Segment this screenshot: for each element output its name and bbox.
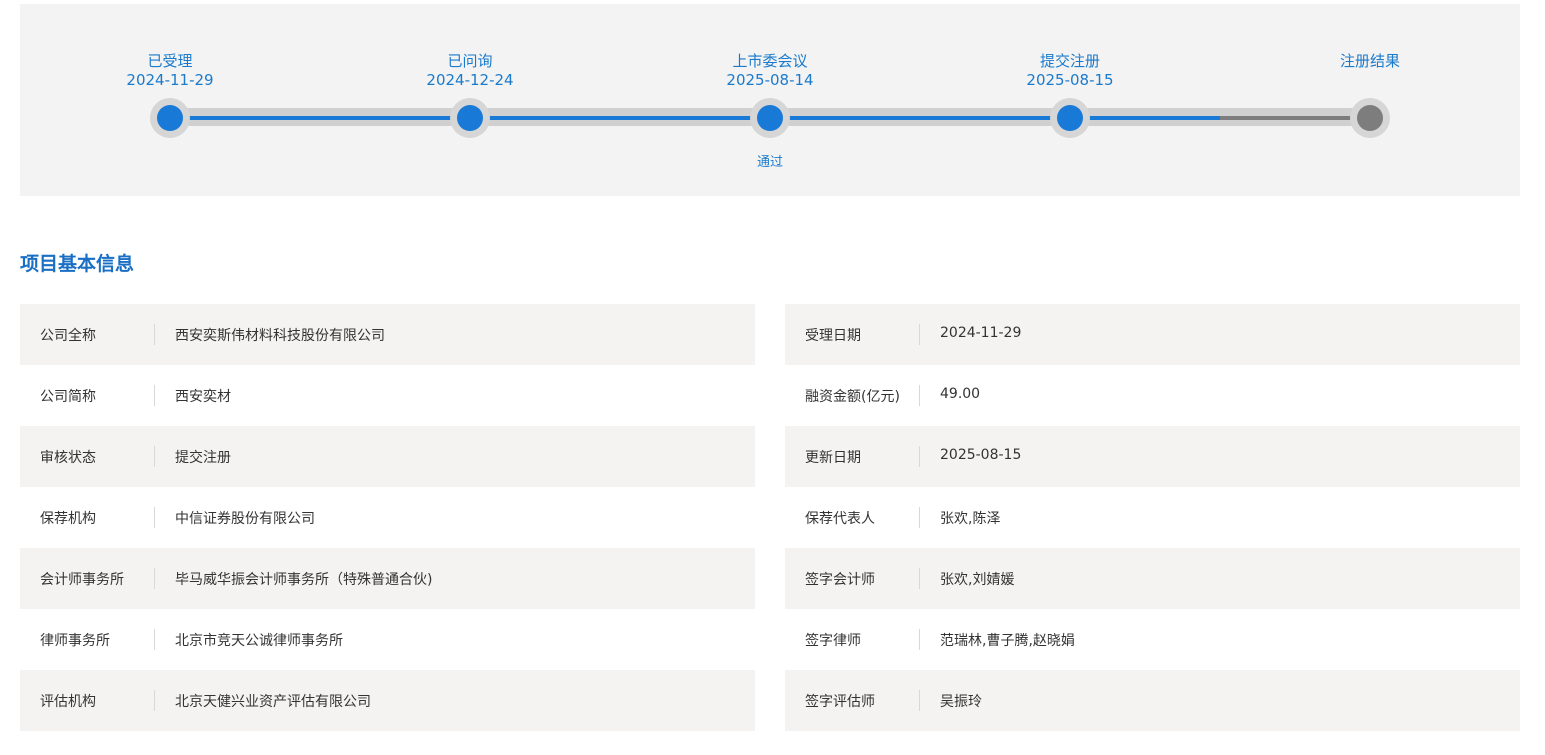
info-cell-review-status: 审核状态 提交注册	[20, 426, 755, 487]
field-value: 西安奕斯伟材料科技股份有限公司	[175, 328, 385, 344]
field-value: 西安奕材	[175, 389, 231, 405]
info-cell-signing-lawyer: 签字律师 范瑞林,曹子腾,赵晓娟	[785, 609, 1520, 670]
field-value: 北京市竞天公诚律师事务所	[175, 633, 343, 649]
step-label: 上市委会议	[732, 52, 808, 70]
field-label: 保荐机构	[40, 511, 96, 527]
field-label: 审核状态	[40, 450, 96, 466]
info-row: 律师事务所 北京市竞天公诚律师事务所 签字律师 范瑞林,曹子腾,赵晓娟	[20, 609, 1520, 670]
timeline-step-registration-submitted: 提交注册 2025-08-15	[970, 4, 1170, 196]
field-value: 张欢,陈泽	[940, 511, 1001, 527]
field-label: 律师事务所	[40, 633, 110, 649]
info-cell-accounting-firm: 会计师事务所 毕马威华振会计师事务所（特殊普通合伙)	[20, 548, 755, 609]
info-cell-signing-accountant: 签字会计师 张欢,刘婧媛	[785, 548, 1520, 609]
field-value: 中信证券股份有限公司	[175, 511, 315, 527]
info-row: 评估机构 北京天健兴业资产评估有限公司 签字评估师 吴振玲	[20, 670, 1520, 731]
field-value: 2024-11-29	[940, 325, 1022, 341]
field-label: 受理日期	[805, 328, 861, 344]
info-row: 公司全称 西安奕斯伟材料科技股份有限公司 受理日期 2024-11-29	[20, 304, 1520, 365]
field-divider	[154, 446, 155, 467]
field-value: 张欢,刘婧媛	[940, 572, 1015, 588]
step-date: 2025-08-15	[1026, 71, 1114, 89]
step-result: 通过	[756, 155, 783, 170]
field-divider	[154, 568, 155, 589]
info-row: 会计师事务所 毕马威华振会计师事务所（特殊普通合伙) 签字会计师 张欢,刘婧媛	[20, 548, 1520, 609]
field-label: 融资金额(亿元)	[805, 389, 900, 405]
field-label: 签字会计师	[805, 572, 875, 588]
field-divider	[919, 446, 920, 467]
timeline-step-registration-result: 注册结果	[1270, 4, 1470, 196]
info-row: 保荐机构 中信证券股份有限公司 保荐代表人 张欢,陈泽	[20, 487, 1520, 548]
field-divider	[154, 385, 155, 406]
field-label: 会计师事务所	[40, 572, 124, 588]
step-dot-icon	[1350, 98, 1390, 138]
info-cell-financing-amount: 融资金额(亿元) 49.00	[785, 365, 1520, 426]
field-divider	[919, 690, 920, 711]
field-divider	[919, 568, 920, 589]
field-value: 49.00	[940, 386, 981, 402]
info-row: 公司简称 西安奕材 融资金额(亿元) 49.00	[20, 365, 1520, 426]
step-label: 已受理	[147, 52, 193, 70]
field-divider	[919, 629, 920, 650]
step-date: 2025-08-14	[726, 71, 814, 89]
timeline-step-inquiry: 已问询 2024-12-24	[370, 4, 570, 196]
step-date: 2024-11-29	[126, 71, 214, 89]
step-dot-icon	[1050, 98, 1090, 138]
field-value: 北京天健兴业资产评估有限公司	[175, 694, 371, 710]
field-label: 公司简称	[40, 389, 96, 405]
step-dot-icon	[750, 98, 790, 138]
field-divider	[919, 324, 920, 345]
step-label: 已问询	[447, 52, 493, 70]
progress-timeline: 已受理 2024-11-29 已问询 2024-12-24 上市委会议 2025…	[20, 4, 1520, 196]
field-label: 签字律师	[805, 633, 861, 649]
step-dot-icon	[450, 98, 490, 138]
field-label: 评估机构	[40, 694, 96, 710]
field-divider	[154, 629, 155, 650]
field-label: 更新日期	[805, 450, 861, 466]
info-cell-appraisal-firm: 评估机构 北京天健兴业资产评估有限公司	[20, 670, 755, 731]
field-value: 毕马威华振会计师事务所（特殊普通合伙)	[175, 572, 433, 588]
info-cell-company-short-name: 公司简称 西安奕材	[20, 365, 755, 426]
info-cell-accept-date: 受理日期 2024-11-29	[785, 304, 1520, 365]
info-cell-sponsor-representative: 保荐代表人 张欢,陈泽	[785, 487, 1520, 548]
info-cell-company-full-name: 公司全称 西安奕斯伟材料科技股份有限公司	[20, 304, 755, 365]
field-divider	[919, 385, 920, 406]
project-info-table: 公司全称 西安奕斯伟材料科技股份有限公司 受理日期 2024-11-29 公司简…	[20, 304, 1520, 731]
field-label: 公司全称	[40, 328, 96, 344]
step-date: 2024-12-24	[426, 71, 514, 89]
info-cell-update-date: 更新日期 2025-08-15	[785, 426, 1520, 487]
timeline-step-accepted: 已受理 2024-11-29	[70, 4, 270, 196]
timeline-step-listing-committee: 上市委会议 2025-08-14 通过	[670, 4, 870, 196]
field-divider	[154, 690, 155, 711]
field-value: 吴振玲	[940, 694, 982, 710]
info-row: 审核状态 提交注册 更新日期 2025-08-15	[20, 426, 1520, 487]
section-title: 项目基本信息	[20, 253, 135, 275]
step-label: 注册结果	[1339, 52, 1400, 70]
field-divider	[919, 507, 920, 528]
field-label: 签字评估师	[805, 694, 875, 710]
field-divider	[154, 324, 155, 345]
info-cell-law-firm: 律师事务所 北京市竞天公诚律师事务所	[20, 609, 755, 670]
info-cell-signing-appraiser: 签字评估师 吴振玲	[785, 670, 1520, 731]
field-value: 范瑞林,曹子腾,赵晓娟	[940, 633, 1075, 649]
info-cell-sponsor: 保荐机构 中信证券股份有限公司	[20, 487, 755, 548]
field-label: 保荐代表人	[805, 511, 875, 527]
field-value: 2025-08-15	[940, 447, 1022, 463]
step-dot-icon	[150, 98, 190, 138]
field-divider	[154, 507, 155, 528]
field-value: 提交注册	[175, 450, 231, 466]
step-label: 提交注册	[1039, 52, 1100, 70]
